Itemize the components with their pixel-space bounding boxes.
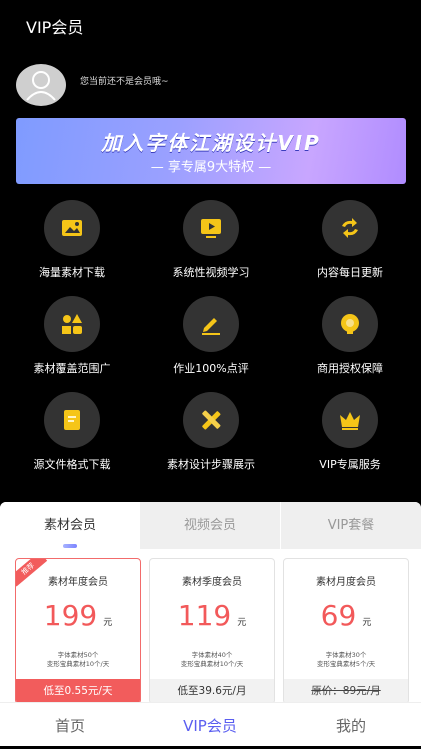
plan-footer: 原价：89元/月 xyxy=(284,679,408,702)
plan-desc: 变形宝典素材10个/天 xyxy=(180,660,244,668)
video-icon xyxy=(183,200,239,256)
page-title: VIP会员 xyxy=(26,18,84,37)
plan-name: 素材月度会员 xyxy=(316,577,376,588)
plan-price: 199 元 xyxy=(43,599,113,632)
plan-price: 119 元 xyxy=(177,599,247,632)
plan-desc: 变形宝典素材10个/天 xyxy=(46,660,110,668)
feature-item[interactable]: 源文件格式下载 xyxy=(2,392,142,472)
feature-label: 素材覆盖范围广 xyxy=(33,362,111,375)
plan-price: 69 元 xyxy=(320,599,372,632)
file-icon xyxy=(44,392,100,448)
feature-item[interactable]: 内容每日更新 xyxy=(280,200,420,280)
feature-label: 海量素材下载 xyxy=(39,266,105,279)
plan-card-quarterly[interactable]: 素材季度会员 119 元 字体素材40个 变形宝典素材10个/天 低至39.6元/… xyxy=(149,558,275,702)
header: VIP会员 xyxy=(0,0,421,48)
user-info: 您当前还不是会员哦~ xyxy=(16,64,406,108)
plan-card-yearly[interactable]: 推荐 素材年度会员 199 元 字体素材50个 变形宝典素材10个/天 低至0.5… xyxy=(15,558,141,702)
feature-item[interactable]: 素材设计步骤展示 xyxy=(141,392,281,472)
tab-material-member[interactable]: 素材会员 xyxy=(0,502,140,549)
plan-footer: 低至39.6元/月 xyxy=(150,679,274,702)
banner-subtitle: — 享专属9大特权 — xyxy=(150,160,272,175)
nav-vip[interactable]: VIP会员 xyxy=(140,703,280,746)
crown-icon xyxy=(322,392,378,448)
shapes-icon xyxy=(44,296,100,352)
feature-item[interactable]: VIP专属服务 xyxy=(280,392,420,472)
feature-item[interactable]: 作业100%点评 xyxy=(141,296,281,376)
feature-label: 系统性视频学习 xyxy=(172,266,250,279)
tab-indicator xyxy=(63,544,77,548)
bottom-nav: 首页 VIP会员 我的 xyxy=(0,702,421,746)
user-icon xyxy=(26,71,56,101)
plan-footer: 低至0.55元/天 xyxy=(16,679,140,702)
member-status-text: 您当前还不是会员哦~ xyxy=(80,77,169,87)
tab-video-member[interactable]: 视频会员 xyxy=(140,502,280,549)
shield-icon xyxy=(322,296,378,352)
plan-card-monthly[interactable]: 素材月度会员 69 元 字体素材30个 变形宝典素材5个/天 原价：89元/月 xyxy=(283,558,409,702)
feature-label: 源文件格式下载 xyxy=(33,458,111,471)
feature-label: 素材设计步骤展示 xyxy=(167,458,255,471)
membership-sheet: 素材会员 视频会员 VIP套餐 推荐 素材年度会员 199 元 字体素材50个 变… xyxy=(0,502,421,702)
feature-item[interactable]: 商用授权保障 xyxy=(280,296,420,376)
picture-icon xyxy=(44,200,100,256)
nav-mine[interactable]: 我的 xyxy=(281,703,421,746)
feature-item[interactable]: 系统性视频学习 xyxy=(141,200,281,280)
plan-name: 素材年度会员 xyxy=(48,577,108,588)
refresh-icon xyxy=(322,200,378,256)
feature-label: 作业100%点评 xyxy=(173,362,249,375)
banner-title: 加入字体江湖设计VIP xyxy=(101,131,321,155)
feature-item[interactable]: 海量素材下载 xyxy=(2,200,142,280)
plan-desc: 变形宝典素材5个/天 xyxy=(316,660,376,668)
edit-icon xyxy=(183,296,239,352)
feature-item[interactable]: 素材覆盖范围广 xyxy=(2,296,142,376)
tab-vip-package[interactable]: VIP套餐 xyxy=(281,502,421,549)
tools-icon xyxy=(183,392,239,448)
feature-label: 内容每日更新 xyxy=(317,266,383,279)
plan-name: 素材季度会员 xyxy=(182,577,242,588)
feature-label: VIP专属服务 xyxy=(319,458,381,471)
feature-label: 商用授权保障 xyxy=(317,362,383,375)
nav-home[interactable]: 首页 xyxy=(0,703,140,746)
vip-banner[interactable]: 加入字体江湖设计VIP — 享专属9大特权 — xyxy=(16,118,406,184)
avatar[interactable] xyxy=(16,64,66,106)
